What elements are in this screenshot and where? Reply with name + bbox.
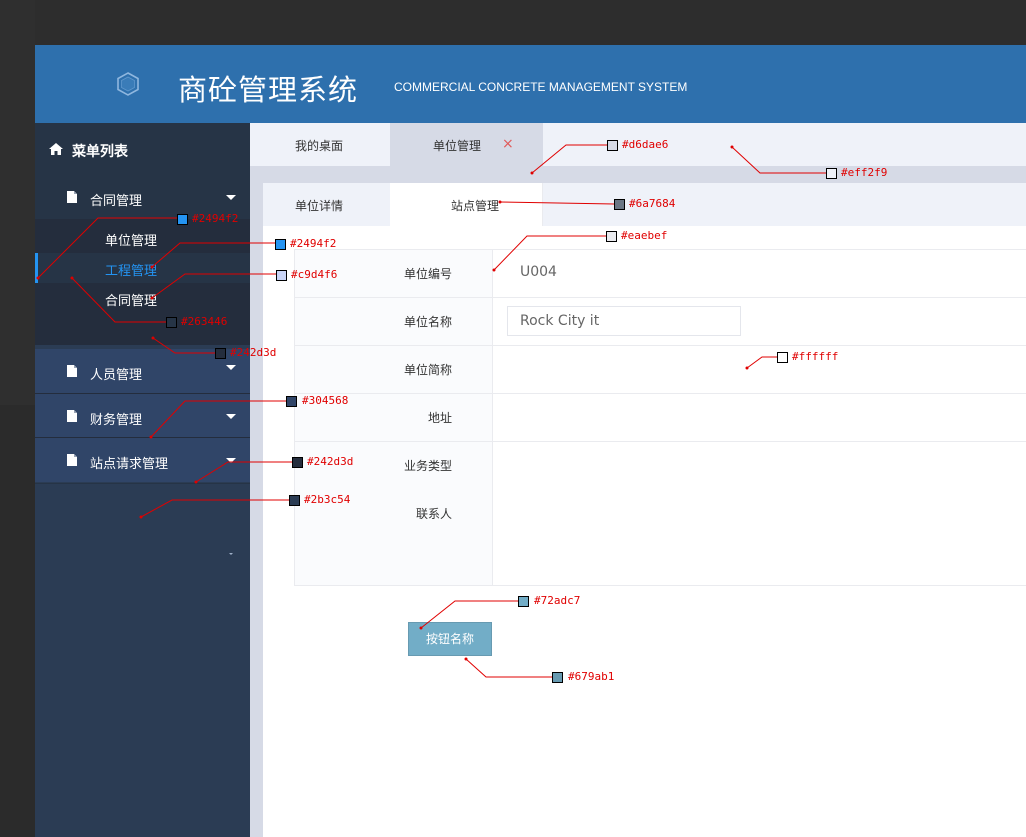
color-label: #304568	[302, 394, 349, 407]
unit-detail-form: 单位编号 U004 单位名称 Rock City it 单位简称 地址 业务类型…	[294, 249, 1026, 586]
tab-label: 单位详情	[295, 199, 344, 213]
field-label: 地址	[427, 411, 452, 425]
color-label: #c9d4f6	[291, 268, 338, 281]
color-swatch	[292, 457, 303, 468]
main-panel: 单位详情 站点管理 单位编号 U004 单位名称 Rock City it 单位…	[263, 183, 1026, 837]
sidebar-item-label: 单位管理	[105, 234, 158, 249]
tab-unit-details[interactable]: 单位详情	[263, 183, 391, 226]
color-swatch	[518, 596, 529, 607]
unit-name-input[interactable]: Rock City it	[507, 306, 741, 336]
sidebar: 菜单列表 合同管理 单位管理 工程管理 合同管理 人员管理 财务管理 站点请求管…	[35, 123, 250, 837]
color-swatch	[275, 239, 286, 250]
field-label: 单位编号	[403, 267, 452, 281]
hexagon-icon	[117, 72, 139, 96]
color-label: #ffffff	[792, 350, 839, 363]
color-swatch	[606, 231, 617, 242]
color-swatch	[215, 348, 226, 359]
field-label: 单位简称	[403, 363, 452, 377]
field-label: 联系人	[415, 507, 452, 521]
color-swatch	[552, 672, 563, 683]
sidebar-item-label: 合同管理	[105, 294, 158, 309]
document-icon	[67, 410, 77, 422]
active-indicator	[35, 253, 38, 283]
app-title: 商砼管理系统	[178, 73, 359, 107]
color-swatch	[777, 352, 788, 363]
color-label: #2494f2	[290, 237, 337, 250]
color-swatch	[826, 168, 837, 179]
tab-label: 我的桌面	[295, 139, 344, 153]
close-icon[interactable]: ×	[502, 136, 514, 152]
app-header: 商砼管理系统 COMMERCIAL CONCRETE MANAGEMENT SY…	[35, 45, 1026, 123]
color-swatch	[177, 214, 188, 225]
color-label: #d6dae6	[622, 138, 669, 151]
color-label: #2b3c54	[304, 493, 351, 506]
small-caret-icon	[229, 553, 233, 555]
color-swatch	[614, 199, 625, 210]
color-label: #6a7684	[629, 197, 676, 210]
sidebar-group-label: 人员管理	[90, 368, 143, 383]
color-label: #eaebef	[621, 229, 668, 242]
color-swatch	[166, 317, 177, 328]
tab-unit-management[interactable]: 单位管理 ×	[390, 123, 543, 166]
sidebar-group-finance[interactable]: 财务管理	[35, 394, 250, 438]
document-icon	[67, 365, 77, 377]
sidebar-item-label: 工程管理	[105, 264, 158, 279]
chevron-down-icon[interactable]	[226, 414, 236, 419]
form-row-contact: 联系人	[295, 490, 1026, 538]
tab-label: 单位管理	[433, 139, 482, 153]
color-label: #72adc7	[534, 594, 581, 607]
tab-station-management[interactable]: 站点管理	[390, 183, 543, 226]
outer-background-left	[0, 0, 35, 837]
color-swatch	[276, 270, 287, 281]
form-row-address: 地址	[295, 394, 1026, 442]
color-label: #eff2f9	[841, 166, 888, 179]
tab-my-desktop[interactable]: 我的桌面	[250, 123, 390, 166]
menu-list-header: 菜单列表	[35, 123, 250, 175]
document-icon	[67, 454, 77, 466]
sidebar-group-label: 站点请求管理	[90, 457, 169, 472]
form-row-unit-short-name: 单位简称	[295, 346, 1026, 394]
home-icon	[49, 143, 63, 155]
color-swatch	[286, 396, 297, 407]
action-button[interactable]: 按钮名称	[408, 622, 492, 656]
form-row-unit-code: 单位编号 U004	[295, 250, 1026, 298]
color-label: #242d3d	[230, 346, 277, 359]
color-label: #263446	[181, 315, 228, 328]
unit-code-value: U004	[520, 264, 557, 280]
chevron-down-icon[interactable]	[226, 458, 236, 463]
sidebar-item-project-management[interactable]: 工程管理	[35, 253, 250, 283]
sidebar-group-label: 财务管理	[90, 413, 143, 428]
color-swatch	[289, 495, 300, 506]
tab-label: 站点管理	[451, 199, 500, 213]
sidebar-group-label: 合同管理	[90, 194, 143, 209]
color-label: #679ab1	[568, 670, 615, 683]
color-label: #2494f2	[192, 212, 239, 225]
form-row-unit-name: 单位名称 Rock City it	[295, 298, 1026, 346]
menu-list-title: 菜单列表	[72, 144, 128, 160]
field-label: 单位名称	[403, 315, 452, 329]
divider	[35, 483, 250, 484]
chevron-down-icon[interactable]	[226, 195, 236, 200]
sidebar-item-unit-management[interactable]: 单位管理	[35, 223, 250, 253]
sidebar-item-contract-management[interactable]: 合同管理	[35, 283, 250, 313]
chevron-down-icon[interactable]	[226, 365, 236, 370]
color-swatch	[607, 140, 618, 151]
sidebar-group-station-request[interactable]: 站点请求管理	[35, 438, 250, 482]
outer-background-top	[35, 0, 1026, 45]
document-icon	[67, 191, 77, 203]
color-label: #242d3d	[307, 455, 354, 468]
app-subtitle: COMMERCIAL CONCRETE MANAGEMENT SYSTEM	[394, 80, 688, 94]
field-label: 业务类型	[403, 459, 452, 473]
form-row-business-type: 业务类型	[295, 442, 1026, 490]
outer-background-lower	[0, 405, 35, 837]
